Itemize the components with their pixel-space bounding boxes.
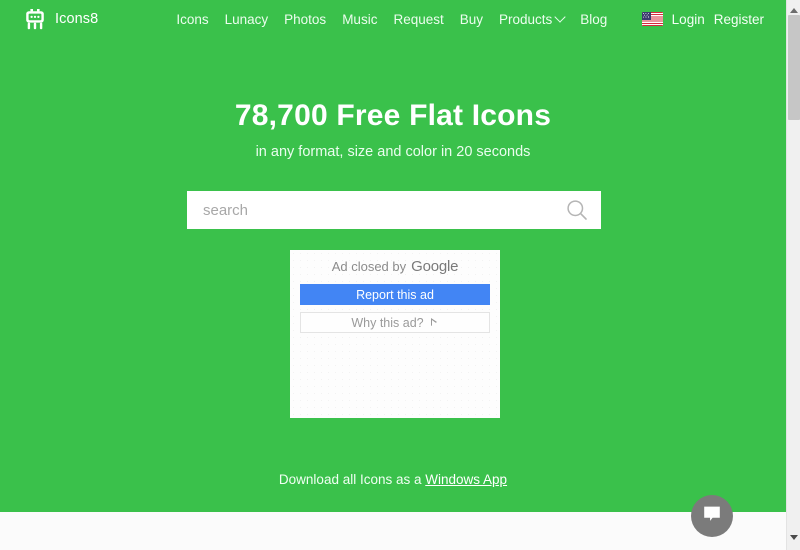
- ad-panel: Ad closed by Google Report this ad Why t…: [290, 250, 500, 418]
- register-link[interactable]: Register: [714, 12, 764, 27]
- nav-item-music[interactable]: Music: [342, 12, 377, 27]
- page-title: 78,700 Free Flat Icons: [234, 99, 552, 133]
- nav-item-icons[interactable]: Icons: [176, 12, 208, 27]
- chat-bubble-button[interactable]: [691, 495, 733, 537]
- why-this-ad-label: Why this ad?: [351, 315, 424, 330]
- ad-provider-name: Google: [411, 258, 459, 275]
- icons8-robot-chip-icon: [24, 8, 46, 30]
- brand-logo[interactable]: Icons8: [24, 8, 99, 30]
- search-icon[interactable]: [565, 198, 589, 222]
- nav-label-blog: Blog: [580, 11, 608, 27]
- nav-item-request[interactable]: Request: [393, 12, 443, 27]
- chevron-down-icon: [554, 11, 566, 23]
- nav-label-icons: Icons: [176, 11, 209, 27]
- report-this-ad-button[interactable]: Report this ad: [300, 284, 490, 305]
- nav-label-photos: Photos: [284, 11, 327, 27]
- page-subtitle: in any format, size and color in 20 seco…: [255, 143, 531, 160]
- vertical-scrollbar[interactable]: [786, 0, 800, 550]
- windows-app-link[interactable]: Windows App: [425, 472, 507, 487]
- nav-item-blog[interactable]: Blog: [580, 12, 607, 27]
- nav-label-buy: Buy: [459, 11, 484, 27]
- primary-nav: Icons Lunacy Photos Music Request Buy Pr…: [176, 11, 607, 27]
- search-bar[interactable]: [187, 191, 601, 229]
- login-link[interactable]: Login: [672, 12, 705, 27]
- brand-name: Icons8: [55, 11, 99, 27]
- chat-bubble-icon: [701, 503, 723, 530]
- us-flag-icon[interactable]: [641, 12, 663, 26]
- ad-closed-text: Ad closed by: [331, 259, 407, 274]
- header-actions: Login Register: [641, 12, 770, 27]
- download-app-text: Download all Icons as a: [278, 472, 426, 487]
- scrollbar-thumb[interactable]: [788, 15, 800, 120]
- ad-closed-label: Ad closed by Google: [300, 258, 490, 276]
- nav-item-photos[interactable]: Photos: [284, 12, 326, 27]
- nav-item-buy[interactable]: Buy: [460, 12, 483, 27]
- nav-label-products: Products: [499, 11, 553, 27]
- site-header: Icons8 Icons Lunacy Photos Music Request…: [0, 0, 786, 38]
- browser-viewport: Icons8 Icons Lunacy Photos Music Request…: [0, 0, 800, 550]
- nav-label-music: Music: [342, 11, 378, 27]
- nav-item-lunacy[interactable]: Lunacy: [225, 12, 269, 27]
- nav-label-lunacy: Lunacy: [224, 11, 269, 27]
- nav-label-request: Request: [393, 11, 444, 27]
- adchoices-triangle-icon: [430, 318, 439, 327]
- why-this-ad-button[interactable]: Why this ad?: [300, 312, 490, 333]
- scroll-down-arrow-icon[interactable]: [787, 530, 800, 544]
- nav-item-products[interactable]: Products: [499, 11, 566, 27]
- search-input[interactable]: [201, 191, 565, 229]
- download-app-line: Download all Icons as a Windows App: [0, 472, 786, 487]
